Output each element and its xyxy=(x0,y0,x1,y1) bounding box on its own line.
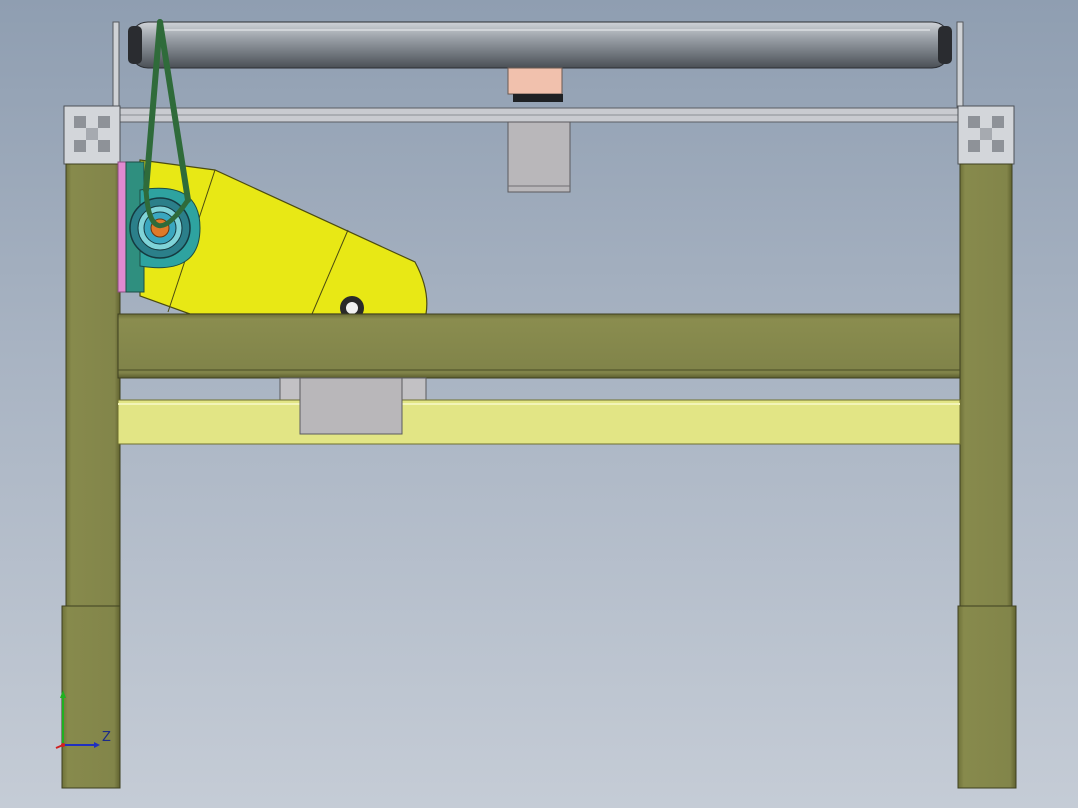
coupling-plate[interactable] xyxy=(513,94,563,102)
cad-viewport[interactable]: Z xyxy=(0,0,1078,808)
left-roller-bracket[interactable] xyxy=(112,21,120,111)
roller-end-cap-left xyxy=(128,26,142,64)
roller-end-cap-right xyxy=(938,26,952,64)
pale-yellow-plate[interactable] xyxy=(117,399,961,445)
left-aluminum-profile[interactable] xyxy=(63,105,121,165)
mounting-pad[interactable] xyxy=(117,161,127,293)
z-axis-label: Z xyxy=(102,730,111,745)
right-leg[interactable] xyxy=(957,163,1017,789)
top-roller[interactable] xyxy=(128,21,952,69)
left-leg-foot xyxy=(61,605,121,789)
right-aluminum-profile[interactable] xyxy=(957,105,1015,165)
lower-bearing-block[interactable] xyxy=(299,377,403,435)
left-leg[interactable] xyxy=(61,163,121,789)
assembly-model[interactable] xyxy=(0,0,1078,808)
right-leg-foot xyxy=(957,605,1017,789)
main-horizontal-beam[interactable] xyxy=(117,313,961,379)
drive-motor[interactable] xyxy=(507,121,571,193)
right-roller-bracket[interactable] xyxy=(956,21,964,111)
motor-coupling-block[interactable] xyxy=(507,67,563,95)
